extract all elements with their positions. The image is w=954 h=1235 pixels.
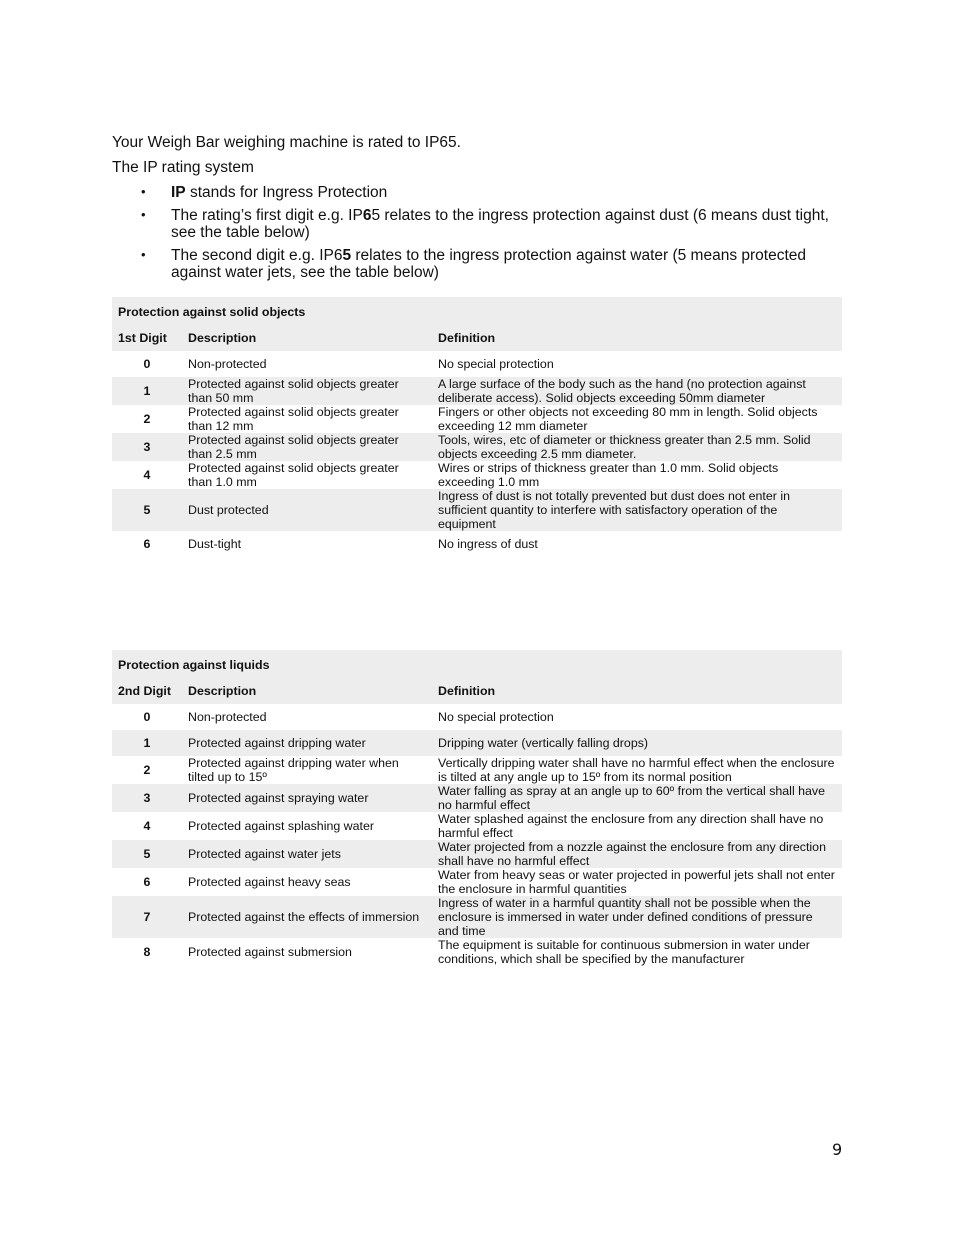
description-cell: Protected against dripping water: [182, 730, 432, 756]
digit-cell: 6: [143, 875, 151, 889]
table-row: 7 Protected against the effects of immers…: [112, 896, 842, 938]
table-row: 3 Protected against solid objects greater…: [112, 433, 842, 461]
definition-cell: The equipment is suitable for continuous…: [438, 938, 810, 966]
table-row: 1 Protected against dripping water Drippin…: [112, 730, 842, 756]
digit-cell: 8: [143, 945, 151, 959]
description-cell: Protected against heavy seas: [188, 875, 351, 889]
column-header: 2nd Digit: [112, 678, 182, 704]
definition-cell: Fingers or other objects not exceeding 8…: [438, 405, 818, 433]
digit-cell: 0: [143, 357, 151, 371]
column-header: Description: [182, 678, 432, 704]
page-number: 9: [832, 1140, 843, 1159]
table-row: 2 Protected against dripping water when t…: [112, 756, 842, 784]
table-row: 6 Dust-tight No ingress of dust: [112, 531, 842, 557]
description-cell: Protected against submersion: [188, 945, 352, 959]
description-cell: Non-protected: [188, 357, 267, 371]
column-header: Definition: [432, 678, 842, 704]
digit-cell: 2: [143, 412, 151, 426]
table-row: 0 Non-protected No special protection: [112, 704, 842, 730]
definition-cell: Water projected from a nozzle against th…: [432, 840, 842, 868]
definition-cell: Water falling as spray at an angle up to…: [432, 784, 842, 812]
rating-statement: Your Weigh Bar weighing machine is rated…: [112, 134, 461, 151]
definition-cell: Ingress of water in a harmful quantity s…: [432, 896, 842, 938]
bullet-icon: •: [141, 207, 146, 222]
bullet-icon: •: [141, 247, 146, 262]
column-header: 1st Digit: [112, 325, 182, 351]
bullet-item: • The second digit e.g. IP65 relates to …: [141, 247, 807, 281]
table-row: 6 Protected against heavy seas Water from …: [112, 868, 842, 896]
table-row: 3 Protected against spraying water Water f…: [112, 784, 842, 812]
table-row: 1 Protected against solid objects greater…: [112, 377, 842, 405]
rating-bullets: • IP stands for Ingress Protection • The…: [112, 184, 842, 281]
definition-cell: Tools, wires, etc of diameter or thickne…: [432, 433, 842, 461]
digit-cell: 1: [112, 730, 182, 756]
table-header-row: 2nd Digit Description Definition: [112, 678, 842, 704]
description-cell: Dust protected: [182, 489, 432, 531]
digit-cell: 0: [143, 710, 151, 724]
definition-cell: Water from heavy seas or water projected…: [438, 868, 835, 896]
intro-section: Your Weigh Bar weighing machine is rated…: [112, 134, 842, 287]
table-row: 5 Dust protected Ingress of dust is not to…: [112, 489, 842, 531]
description-cell: Protected against the effects of immersi…: [182, 896, 432, 938]
table-row: 4 Protected against splashing water Water …: [112, 812, 842, 840]
digit-cell: 2: [143, 763, 151, 777]
digit-cell: 3: [112, 784, 182, 812]
description-cell: Protected against solid objects greater …: [188, 405, 399, 433]
solids-protection-table: Protection against solid objects 1st Dig…: [112, 297, 842, 557]
table-row: 5 Protected against water jets Water proje…: [112, 840, 842, 868]
digit-cell: 5: [112, 489, 182, 531]
bullet-item: • The rating’s first digit e.g. IP65 rel…: [141, 207, 829, 241]
description-cell: Protected against splashing water: [188, 819, 374, 833]
definition-cell: Water splashed against the enclosure fro…: [438, 812, 824, 840]
definition-cell: No ingress of dust: [438, 537, 538, 551]
description-cell: Protected against spraying water: [182, 784, 432, 812]
definition-cell: Ingress of dust is not totally prevented…: [432, 489, 842, 531]
table-row: 4 Protected against solid objects greater…: [112, 461, 842, 489]
description-cell: Protected against water jets: [182, 840, 432, 868]
definition-cell: No special protection: [438, 357, 554, 371]
table-header-row: 1st Digit Description Definition: [112, 325, 842, 351]
description-cell: Protected against solid objects greater …: [182, 433, 432, 461]
rating-system-heading: The IP rating system: [112, 159, 254, 176]
bullet-item: • IP stands for Ingress Protection: [141, 184, 388, 201]
description-cell: Protected against dripping water when ti…: [188, 756, 399, 784]
definition-cell: Vertically dripping water shall have no …: [438, 756, 835, 784]
digit-cell: 3: [112, 433, 182, 461]
digit-cell: 7: [112, 896, 182, 938]
table-row: 8 Protected against submersion The equipme…: [112, 938, 842, 966]
definition-cell: No special protection: [438, 710, 554, 724]
definition-cell: A large surface of the body such as the …: [432, 377, 842, 405]
description-cell: Protected against solid objects greater …: [182, 377, 432, 405]
digit-cell: 6: [143, 537, 151, 551]
table-title: Protection against liquids: [112, 650, 842, 678]
description-cell: Protected against solid objects greater …: [188, 461, 399, 489]
description-cell: Non-protected: [188, 710, 267, 724]
digit-cell: 4: [143, 819, 151, 833]
document-page: Your Weigh Bar weighing machine is rated…: [0, 0, 954, 1235]
table-row: 2 Protected against solid objects greater…: [112, 405, 842, 433]
definition-cell: Wires or strips of thickness greater tha…: [438, 461, 779, 489]
description-cell: Dust-tight: [188, 537, 242, 551]
table-title: Protection against solid objects: [112, 297, 842, 325]
bullet-icon: •: [141, 184, 146, 199]
digit-cell: 4: [143, 468, 151, 482]
digit-cell: 1: [112, 377, 182, 405]
definition-cell: Dripping water (vertically falling drops…: [432, 730, 842, 756]
column-header: Description: [182, 325, 432, 351]
column-header: Definition: [432, 325, 842, 351]
table-row: 0 Non-protected No special protection: [112, 351, 842, 377]
liquids-protection-table: Protection against liquids 2nd Digit Des…: [112, 650, 842, 966]
digit-cell: 5: [112, 840, 182, 868]
